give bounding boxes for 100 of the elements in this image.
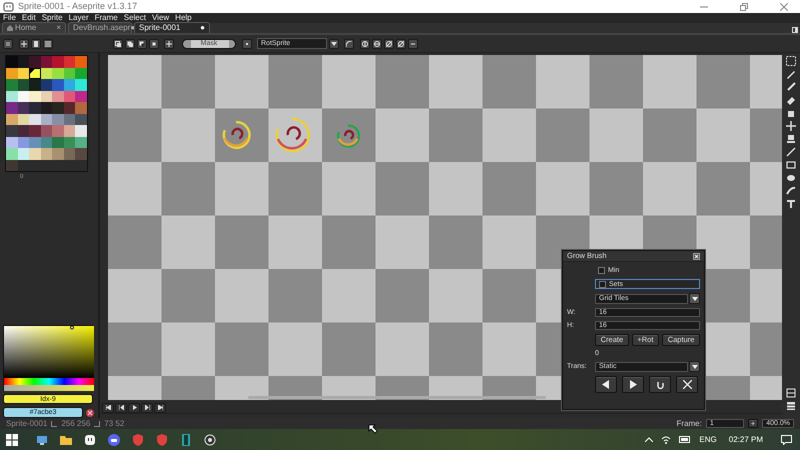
color-swatch[interactable]	[29, 56, 40, 68]
caret-button[interactable]	[329, 38, 339, 48]
pencil-icon[interactable]	[785, 68, 797, 80]
color-swatch[interactable]	[52, 125, 64, 136]
previous-frame-button[interactable]	[115, 402, 127, 412]
move-icon[interactable]	[785, 120, 797, 132]
color-swatch[interactable]	[6, 79, 18, 90]
layer-button[interactable]	[3, 38, 13, 48]
color-swatch[interactable]	[75, 136, 86, 148]
curve-button[interactable]	[344, 38, 354, 48]
color-swatch[interactable]	[75, 90, 86, 102]
checkbox[interactable]	[599, 280, 606, 288]
intersect-selection-button[interactable]	[149, 38, 159, 48]
tab-marker[interactable]: ●	[200, 24, 205, 32]
color-swatch[interactable]	[6, 148, 18, 160]
tab[interactable]: Home ×	[2, 22, 66, 33]
shield-icon[interactable]	[132, 434, 144, 446]
color-swatch[interactable]	[29, 136, 40, 148]
layers-icon[interactable]	[785, 387, 797, 399]
more-button[interactable]	[408, 38, 418, 48]
list-button[interactable]	[43, 38, 53, 48]
smudge-icon[interactable]	[785, 185, 797, 197]
grid-icon[interactable]	[785, 400, 797, 412]
hue-bar[interactable]	[4, 378, 94, 385]
tab[interactable]: Sprite-0001 ●	[134, 22, 210, 33]
tab-marker[interactable]: ×	[56, 24, 61, 32]
brush-icon[interactable]	[785, 81, 797, 93]
color-swatch[interactable]	[52, 56, 64, 68]
color-swatch[interactable]	[75, 56, 86, 68]
color-swatch[interactable]	[75, 79, 86, 90]
color-swatch[interactable]	[6, 125, 18, 136]
flip-vertical-button[interactable]	[360, 38, 370, 48]
color-swatch[interactable]	[64, 56, 75, 68]
next-button[interactable]	[622, 376, 644, 393]
menu-item[interactable]: Edit	[18, 14, 39, 22]
shield-icon[interactable]	[156, 434, 168, 446]
menu-item[interactable]: View	[148, 14, 172, 22]
add-selection-button[interactable]	[125, 38, 135, 48]
color-swatch[interactable]	[52, 114, 64, 125]
marquee-icon[interactable]	[785, 55, 797, 67]
color-swatch[interactable]	[52, 102, 64, 114]
color-swatch[interactable]	[75, 102, 86, 114]
color-swatch[interactable]	[64, 102, 75, 114]
add-button[interactable]	[19, 38, 29, 48]
color-swatch[interactable]	[6, 114, 18, 125]
next-frame-button[interactable]	[141, 402, 153, 412]
transform-button[interactable]	[164, 38, 174, 48]
color-swatch[interactable]	[64, 79, 75, 90]
blob-icon[interactable]	[785, 172, 797, 184]
horizontal-scrollbar[interactable]	[248, 396, 546, 399]
color-swatch[interactable]	[18, 125, 29, 136]
menu-item[interactable]: Select	[120, 14, 149, 22]
color-swatch[interactable]	[29, 148, 40, 160]
color-picker[interactable]	[3, 325, 93, 391]
warning-icon[interactable]	[86, 408, 94, 416]
color-swatch[interactable]	[29, 68, 40, 79]
line-icon[interactable]	[785, 146, 797, 158]
color-swatch[interactable]	[6, 160, 18, 171]
dropdown-caret-button[interactable]	[689, 293, 700, 304]
wifi-icon[interactable]	[661, 436, 672, 444]
play-button[interactable]	[128, 402, 140, 412]
color-swatch[interactable]	[75, 148, 86, 160]
color-swatch[interactable]	[18, 79, 29, 90]
close-button[interactable]	[676, 376, 698, 393]
menu-item[interactable]: Frame	[92, 14, 121, 22]
color-swatch[interactable]	[29, 102, 40, 114]
color-swatch[interactable]	[18, 56, 29, 68]
color-swatch[interactable]	[75, 68, 86, 79]
chevron-up-icon[interactable]	[645, 437, 654, 442]
color-swatch[interactable]	[64, 148, 75, 160]
folder-icon[interactable]	[60, 434, 72, 446]
color-swatch[interactable]	[52, 79, 64, 90]
previous-button[interactable]	[595, 376, 617, 393]
color-swatch[interactable]	[29, 90, 40, 102]
close-icon[interactable]	[693, 252, 700, 260]
color-swatch[interactable]	[6, 56, 18, 68]
language-indicator[interactable]: ENG	[699, 436, 717, 444]
film-icon[interactable]	[180, 434, 192, 446]
last-frame-button[interactable]	[154, 402, 166, 412]
text-icon[interactable]	[785, 198, 797, 210]
color-swatch[interactable]	[40, 125, 52, 136]
menu-item[interactable]: Layer	[66, 14, 92, 22]
color-swatch[interactable]	[29, 79, 40, 90]
color-swatch[interactable]	[40, 79, 52, 90]
color-swatch[interactable]	[6, 68, 18, 79]
color-swatch[interactable]	[52, 136, 64, 148]
rotate-button[interactable]	[384, 38, 394, 48]
color-swatch[interactable]	[6, 90, 18, 102]
color-swatch[interactable]	[18, 102, 29, 114]
panel-icon[interactable]	[792, 27, 798, 33]
stamp-icon[interactable]	[785, 133, 797, 145]
color-swatch[interactable]	[52, 148, 64, 160]
battery-icon[interactable]	[679, 436, 692, 443]
color-swatch[interactable]	[40, 56, 52, 68]
color-swatch[interactable]	[18, 148, 29, 160]
clock[interactable]: 02:27 PM	[728, 436, 763, 444]
checkbox[interactable]	[598, 266, 605, 274]
color-swatch[interactable]	[29, 125, 40, 136]
color-swatch[interactable]	[40, 148, 52, 160]
replace-selection-button[interactable]	[113, 38, 123, 48]
